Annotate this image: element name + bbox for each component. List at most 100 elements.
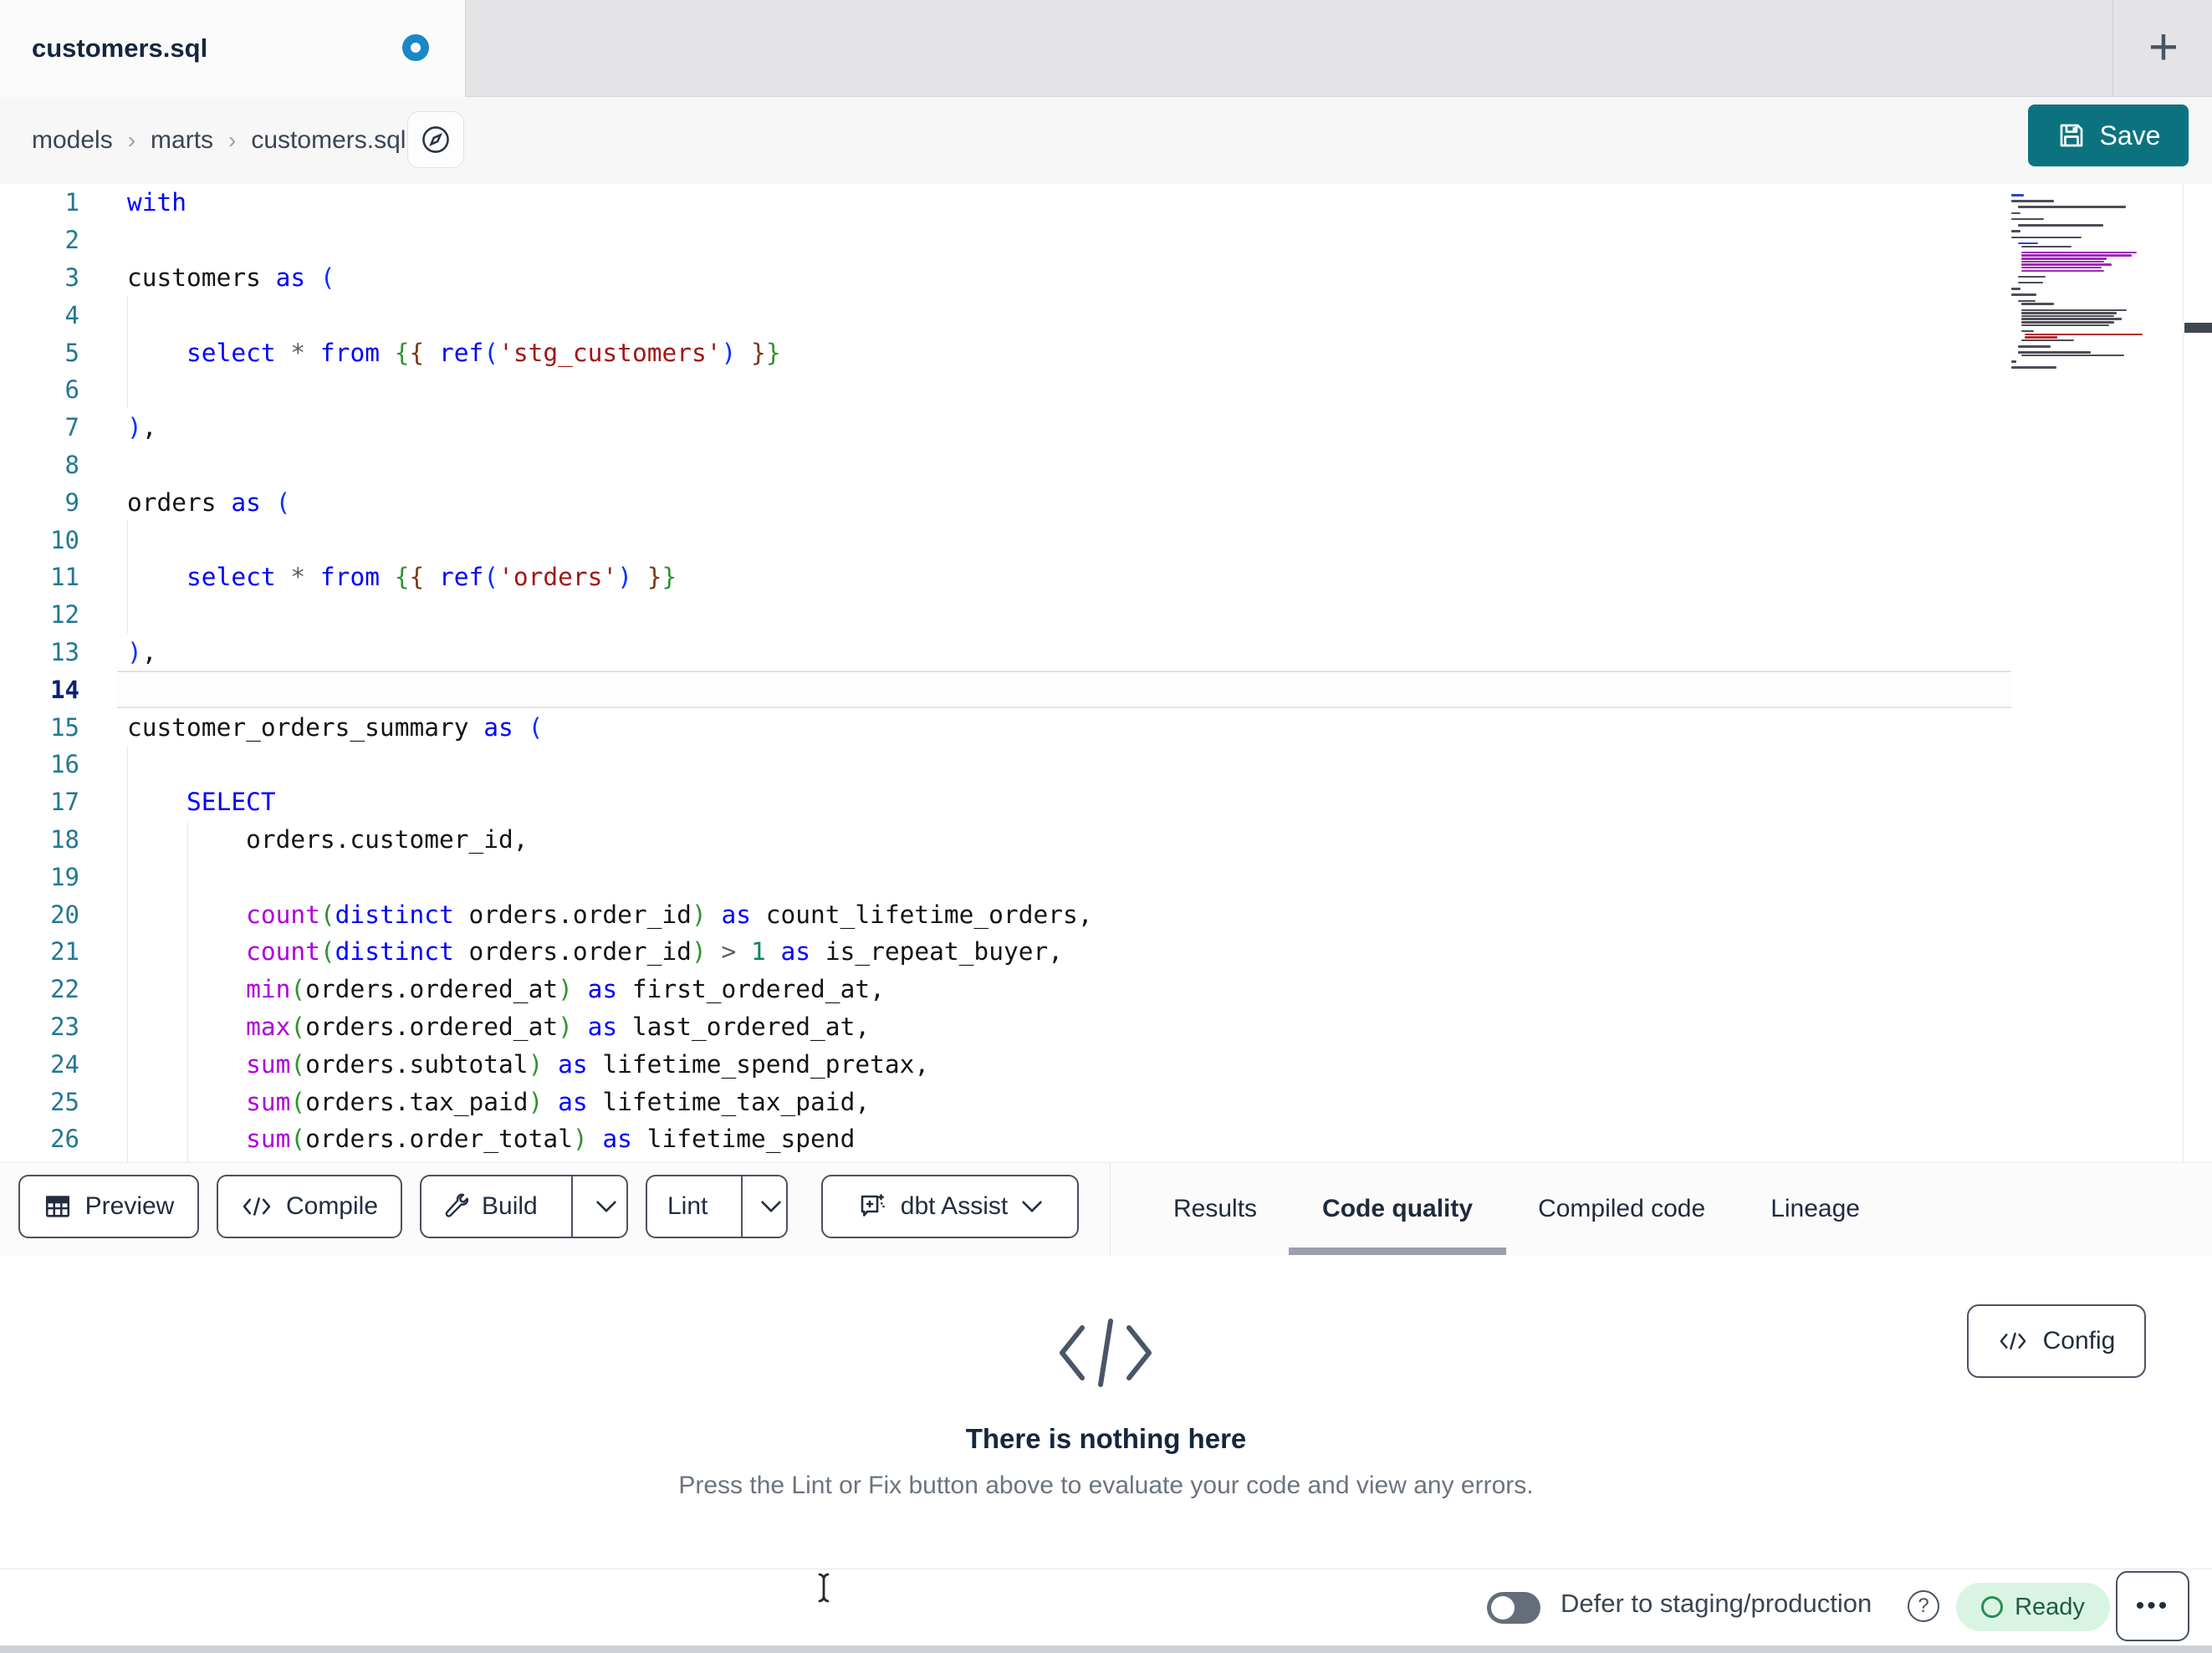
code-line[interactable]: 6	[0, 371, 2212, 409]
lint-dropdown-button[interactable]	[756, 1176, 786, 1237]
minimap-line	[2021, 314, 2114, 318]
line-number: 19	[50, 862, 79, 891]
preview-label: Preview	[84, 1192, 175, 1220]
code-line[interactable]: 16	[0, 746, 2212, 783]
code-line[interactable]: 14	[0, 671, 2212, 709]
lint-split-button: Lint	[646, 1175, 788, 1238]
code-line[interactable]: 25 sum(orders.tax_paid) as lifetime_tax_…	[0, 1083, 2212, 1120]
code-line[interactable]: 15 customer_orders_summary as (	[0, 708, 2212, 746]
preview-button[interactable]: Preview	[18, 1175, 199, 1238]
line-number: 8	[64, 450, 79, 479]
code-lines: 1 with 2 3 customers as ( 4 5 select * from {{…	[0, 184, 2212, 1158]
code-line[interactable]: 3 customers as (	[0, 259, 2212, 297]
lint-split-divider	[741, 1176, 743, 1237]
code-line[interactable]: 2	[0, 222, 2212, 259]
code-line[interactable]: 13),	[0, 634, 2212, 671]
code-line-text: count(distinct orders.order_id) as count…	[246, 900, 1093, 929]
config-button[interactable]: Config	[1967, 1304, 2146, 1378]
code-line[interactable]: 4	[0, 296, 2212, 334]
status-ring-icon	[1981, 1596, 2004, 1618]
ide-status-badge[interactable]: Ready	[1956, 1583, 2110, 1631]
file-navigate-button[interactable]	[407, 111, 464, 168]
code-line[interactable]: 26 sum(orders.order_total) as lifetime_s…	[0, 1120, 2212, 1158]
code-line[interactable]: 24 sum(orders.subtotal) as lifetime_spen…	[0, 1045, 2212, 1083]
compile-button[interactable]: Compile	[217, 1175, 402, 1238]
editor-scrollbar-thumb[interactable]	[2184, 323, 2212, 333]
minimap-line	[2021, 251, 2137, 254]
panel-tab-compiled-code[interactable]: Compiled code	[1538, 1163, 1705, 1255]
code-line-text: with	[127, 188, 187, 217]
minimap-line	[2021, 318, 2122, 320]
minimap-line	[2011, 194, 2024, 196]
more-options-button[interactable]: •••	[2116, 1571, 2189, 1641]
minimap-line	[2021, 263, 2112, 266]
breadcrumb-item[interactable]: marts	[151, 126, 213, 155]
breadcrumb-separator: ›	[228, 127, 237, 153]
code-line[interactable]: 21 count(distinct orders.order_id) > 1 a…	[0, 933, 2212, 971]
file-tab-customers-sql[interactable]: customers.sql	[0, 0, 466, 97]
lint-button[interactable]: Lint	[647, 1176, 728, 1237]
code-line[interactable]: 9 orders as (	[0, 483, 2212, 521]
code-line[interactable]: 23 max(orders.ordered_at) as last_ordere…	[0, 1008, 2212, 1046]
build-label: Build	[482, 1192, 538, 1220]
code-line[interactable]: 22 min(orders.ordered_at) as first_order…	[0, 971, 2212, 1008]
code-line[interactable]: 11 select * from {{ ref('orders') }}	[0, 559, 2212, 596]
code-line-text: sum(orders.tax_paid) as lifetime_tax_pai…	[246, 1087, 871, 1116]
dbt-assist-button[interactable]: dbt Assist	[821, 1175, 1079, 1238]
code-line[interactable]: 7),	[0, 409, 2212, 446]
active-line-highlight	[117, 671, 2011, 709]
new-tab-button[interactable]: +	[2134, 18, 2193, 77]
code-icon	[1998, 1329, 2028, 1353]
build-button[interactable]: Build	[421, 1176, 558, 1237]
minimap-line	[2018, 299, 2036, 303]
breadcrumb-item[interactable]: customers.sql	[251, 126, 406, 155]
build-dropdown-button[interactable]	[586, 1176, 626, 1237]
minimap-line	[2018, 281, 2043, 284]
line-number: 20	[50, 900, 79, 929]
breadcrumb-item[interactable]: models	[32, 126, 113, 155]
code-line[interactable]: 17 SELECT	[0, 783, 2212, 821]
lint-label: Lint	[667, 1192, 708, 1220]
code-editor[interactable]: 1 with 2 3 customers as ( 4 5 select * from {{…	[0, 184, 2212, 1162]
breadcrumb: models › marts › customers.sql	[32, 97, 406, 184]
save-icon	[2056, 120, 2087, 151]
panel-tab-results[interactable]: Results	[1173, 1163, 1257, 1255]
code-line[interactable]: 12	[0, 596, 2212, 634]
line-number: 23	[50, 1012, 79, 1041]
minimap-line	[2021, 260, 2104, 263]
code-line[interactable]: 8	[0, 446, 2212, 484]
compass-icon	[420, 124, 452, 156]
indent-guide	[127, 521, 128, 634]
tab-strip: customers.sql +	[0, 0, 2212, 97]
indent-guide	[127, 746, 128, 1162]
code-empty-state-icon	[1055, 1314, 1156, 1391]
panel-tab-lineage[interactable]: Lineage	[1770, 1163, 1860, 1255]
build-split-divider	[570, 1176, 573, 1237]
breadcrumb-separator: ›	[127, 127, 136, 153]
assistant-chat-sparkle-icon	[857, 1191, 887, 1222]
minimap-line	[2021, 312, 2117, 314]
minimap-line	[2018, 242, 2038, 245]
minimap[interactable]	[2011, 194, 2145, 374]
minimap-line	[2021, 266, 2102, 269]
code-line[interactable]: 1 with	[0, 184, 2212, 222]
line-number: 4	[64, 300, 79, 329]
code-line[interactable]: 10	[0, 521, 2212, 559]
line-number: 7	[64, 413, 79, 442]
help-icon[interactable]: ?	[1908, 1590, 1939, 1622]
defer-toggle[interactable]	[1487, 1592, 1540, 1624]
line-number: 24	[50, 1049, 79, 1079]
window-bottom-edge	[0, 1645, 2212, 1653]
toolbar-divider	[1110, 1163, 1111, 1257]
code-line[interactable]: 18 orders.customer_id,	[0, 821, 2212, 859]
code-line[interactable]: 19	[0, 858, 2212, 895]
minimap-line	[2011, 200, 2054, 202]
save-button[interactable]: Save	[2028, 105, 2189, 166]
panel-tab-code-quality[interactable]: Code quality	[1289, 1163, 1507, 1255]
minimap-line	[2011, 360, 2016, 363]
code-line-text: customer_orders_summary as (	[127, 712, 544, 742]
chevron-down-icon	[760, 1200, 782, 1213]
code-line[interactable]: 20 count(distinct orders.order_id) as co…	[0, 895, 2212, 933]
code-line[interactable]: 5 select * from {{ ref('stg_customers') …	[0, 334, 2212, 371]
line-number: 16	[50, 750, 79, 779]
